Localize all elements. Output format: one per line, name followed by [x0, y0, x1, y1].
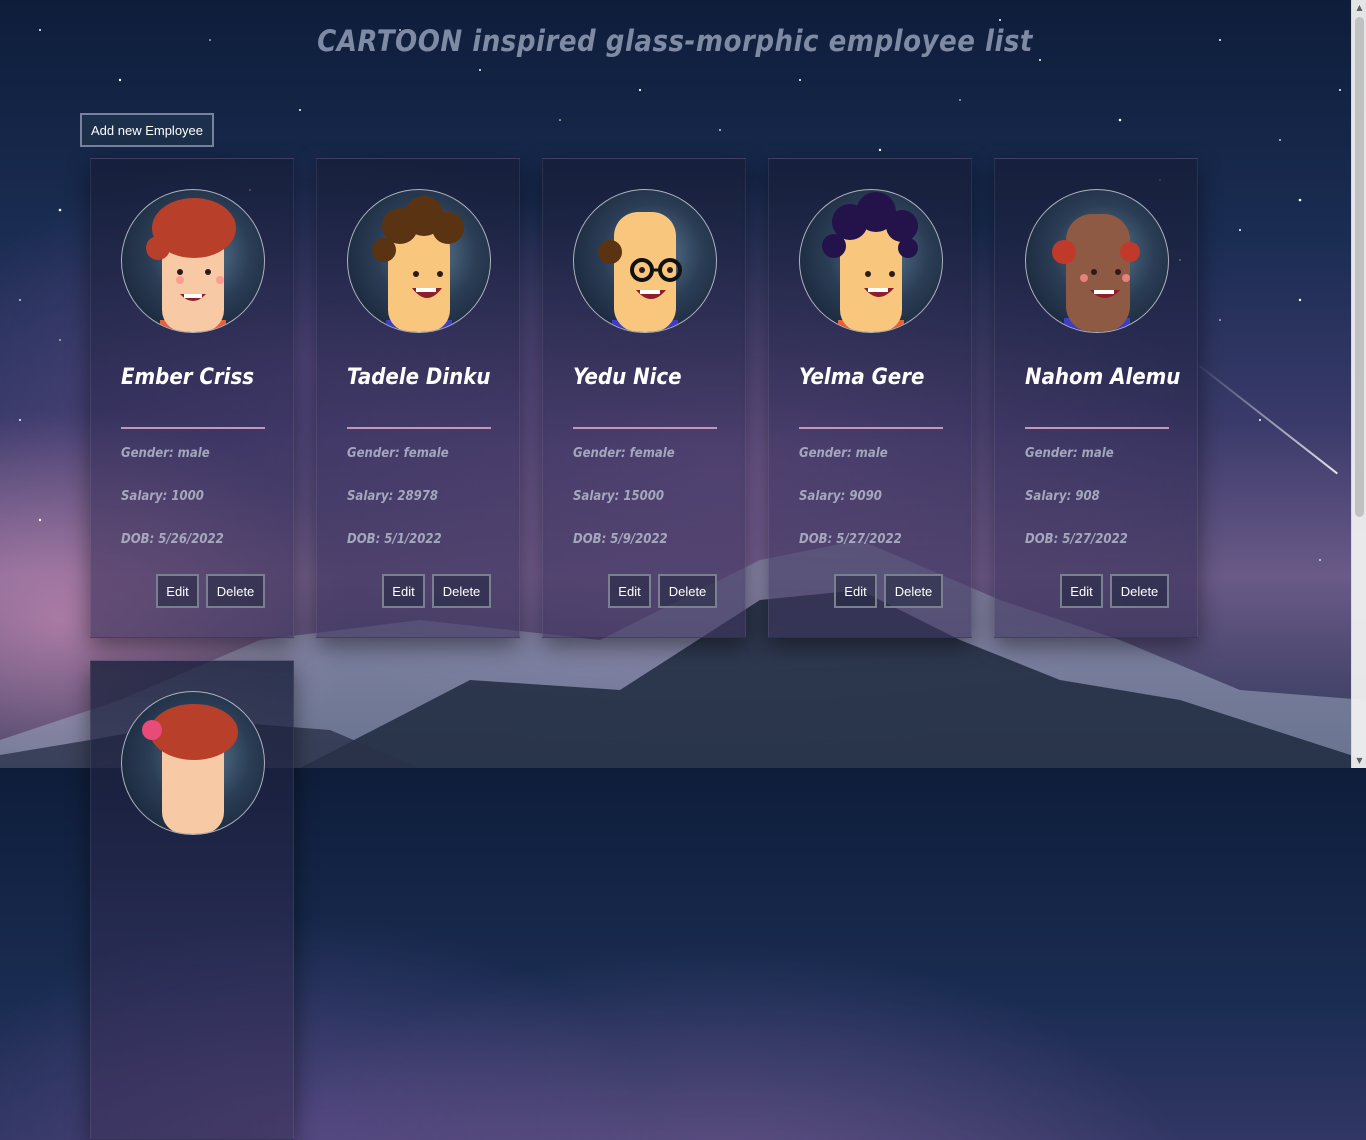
avatar-face-icon: [146, 198, 236, 332]
employee-gender: Gender: male: [1025, 446, 1114, 461]
delete-button[interactable]: Delete: [432, 574, 491, 608]
avatar: [121, 691, 265, 835]
employee-dob: DOB: 5/27/2022: [1025, 532, 1128, 547]
avatar: [347, 189, 491, 333]
edit-button[interactable]: Edit: [156, 574, 199, 608]
employee-salary: Salary: 15000: [573, 489, 665, 504]
edit-button[interactable]: Edit: [608, 574, 651, 608]
employee-gender: Gender: male: [799, 446, 888, 461]
avatar-face-icon: [822, 192, 918, 332]
employee-gender: Gender: female: [573, 446, 675, 461]
edit-button[interactable]: Edit: [834, 574, 877, 608]
page-title: CARTOON inspired glass-morphic employee …: [317, 24, 1033, 58]
employee-card: Yelma Gere Gender: male Salary: 9090 DOB…: [768, 158, 972, 638]
delete-button[interactable]: Delete: [1110, 574, 1169, 608]
employee-salary: Salary: 908: [1025, 489, 1100, 504]
divider: [799, 427, 943, 429]
delete-button[interactable]: Delete: [206, 574, 265, 608]
employee-card: Yedu Nice Gender: female Salary: 15000 D…: [542, 158, 746, 638]
employee-card: Nahom Alemu Gender: male Salary: 908 DOB…: [994, 158, 1198, 638]
employee-name: Yedu Nice: [573, 365, 682, 390]
divider: [121, 427, 265, 429]
shooting-star: [1198, 365, 1338, 475]
edit-button[interactable]: Edit: [382, 574, 425, 608]
employee-dob: DOB: 5/1/2022: [347, 532, 442, 547]
employee-name: Nahom Alemu: [1025, 365, 1181, 390]
divider: [573, 427, 717, 429]
employee-name: Tadele Dinku: [347, 365, 491, 390]
delete-button[interactable]: Delete: [658, 574, 717, 608]
vertical-scrollbar[interactable]: ▲ ▼: [1351, 0, 1366, 768]
avatar: [573, 189, 717, 333]
avatar: [1025, 189, 1169, 333]
add-employee-button[interactable]: Add new Employee: [80, 113, 215, 147]
employee-name: Ember Criss: [121, 365, 255, 390]
employee-salary: Salary: 1000: [121, 489, 204, 504]
avatar-face-icon: [598, 212, 682, 332]
avatar-face-icon: [372, 196, 464, 332]
edit-button[interactable]: Edit: [1060, 574, 1103, 608]
employee-gender: Gender: female: [347, 446, 449, 461]
employee-card: [90, 660, 294, 1140]
avatar-face-icon: [142, 704, 238, 834]
scroll-down-arrow-icon[interactable]: ▼: [1352, 753, 1366, 768]
employee-card: Tadele Dinku Gender: female Salary: 2897…: [316, 158, 520, 638]
divider: [347, 427, 491, 429]
scroll-thumb[interactable]: [1355, 17, 1364, 517]
avatar-face-icon: [1052, 214, 1140, 332]
employee-salary: Salary: 28978: [347, 489, 439, 504]
employee-name: Yelma Gere: [799, 365, 925, 390]
employee-card: Ember Criss Gender: male Salary: 1000 DO…: [90, 158, 294, 638]
employee-dob: DOB: 5/27/2022: [799, 532, 902, 547]
employee-dob: DOB: 5/9/2022: [573, 532, 668, 547]
employee-dob: DOB: 5/26/2022: [121, 532, 224, 547]
employee-salary: Salary: 9090: [799, 489, 882, 504]
delete-button[interactable]: Delete: [884, 574, 943, 608]
employee-gender: Gender: male: [121, 446, 210, 461]
scroll-up-arrow-icon[interactable]: ▲: [1352, 0, 1366, 15]
avatar: [121, 189, 265, 333]
divider: [1025, 427, 1169, 429]
avatar: [799, 189, 943, 333]
